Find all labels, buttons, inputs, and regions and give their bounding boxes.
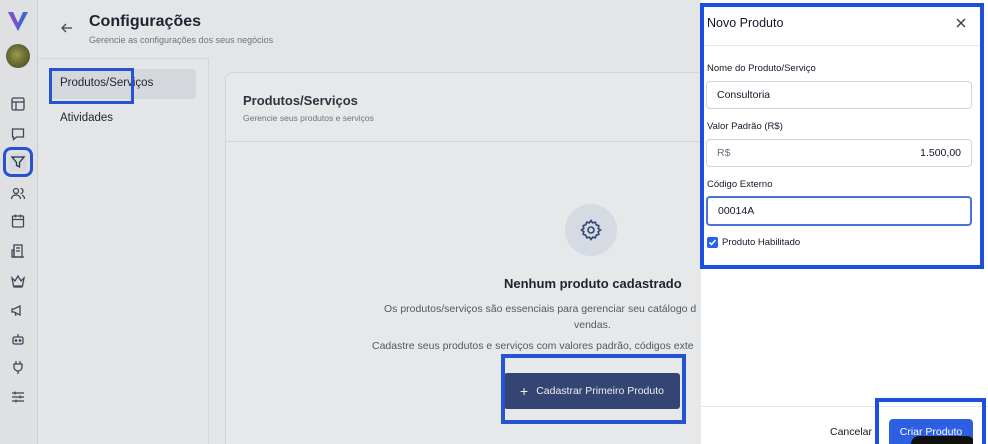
cancel-button[interactable]: Cancelar xyxy=(830,426,872,438)
sliders-icon[interactable] xyxy=(9,388,27,406)
users-icon[interactable] xyxy=(9,184,27,202)
highlight-box xyxy=(700,3,984,269)
page-subtitle: Gerencie as configurações dos seus negóc… xyxy=(89,35,274,45)
back-arrow-icon[interactable] xyxy=(58,20,76,36)
highlight-box xyxy=(501,354,686,424)
filter-icon[interactable] xyxy=(3,147,33,177)
calendar-icon[interactable] xyxy=(9,212,27,230)
empty-state-title: Nenhum produto cadastrado xyxy=(504,276,682,291)
avatar[interactable] xyxy=(6,44,30,68)
nav-item-atividades[interactable]: Atividades xyxy=(50,112,113,124)
highlight-box xyxy=(49,68,134,104)
bot-icon[interactable] xyxy=(9,330,27,348)
empty-state-desc-3: Cadastre seus produtos e serviços com va… xyxy=(372,340,694,352)
side-rail xyxy=(0,0,38,444)
card-title: Produtos/Serviços xyxy=(243,93,358,108)
crown-icon[interactable] xyxy=(9,272,27,290)
highlight-box xyxy=(875,398,986,444)
building-icon[interactable] xyxy=(9,242,27,260)
layout-icon[interactable] xyxy=(9,95,27,113)
megaphone-icon[interactable] xyxy=(9,301,27,319)
page-title: Configurações xyxy=(89,13,202,30)
settings-nav: Produtos/Serviços Atividades xyxy=(38,58,209,444)
plug-icon[interactable] xyxy=(9,358,27,376)
nav-item-produtos-servicos[interactable]: Produtos/Serviços xyxy=(49,68,196,104)
gear-icon xyxy=(580,219,602,241)
logo-icon[interactable] xyxy=(6,9,30,33)
empty-state-desc-2: vendas. xyxy=(574,319,611,331)
empty-state-desc-1: Os produtos/serviços são essenciais para… xyxy=(384,303,697,315)
divider xyxy=(226,141,704,142)
card-subtitle: Gerencie seus produtos e serviços xyxy=(243,113,374,123)
chat-icon[interactable] xyxy=(9,125,27,143)
empty-state-badge xyxy=(565,204,617,256)
